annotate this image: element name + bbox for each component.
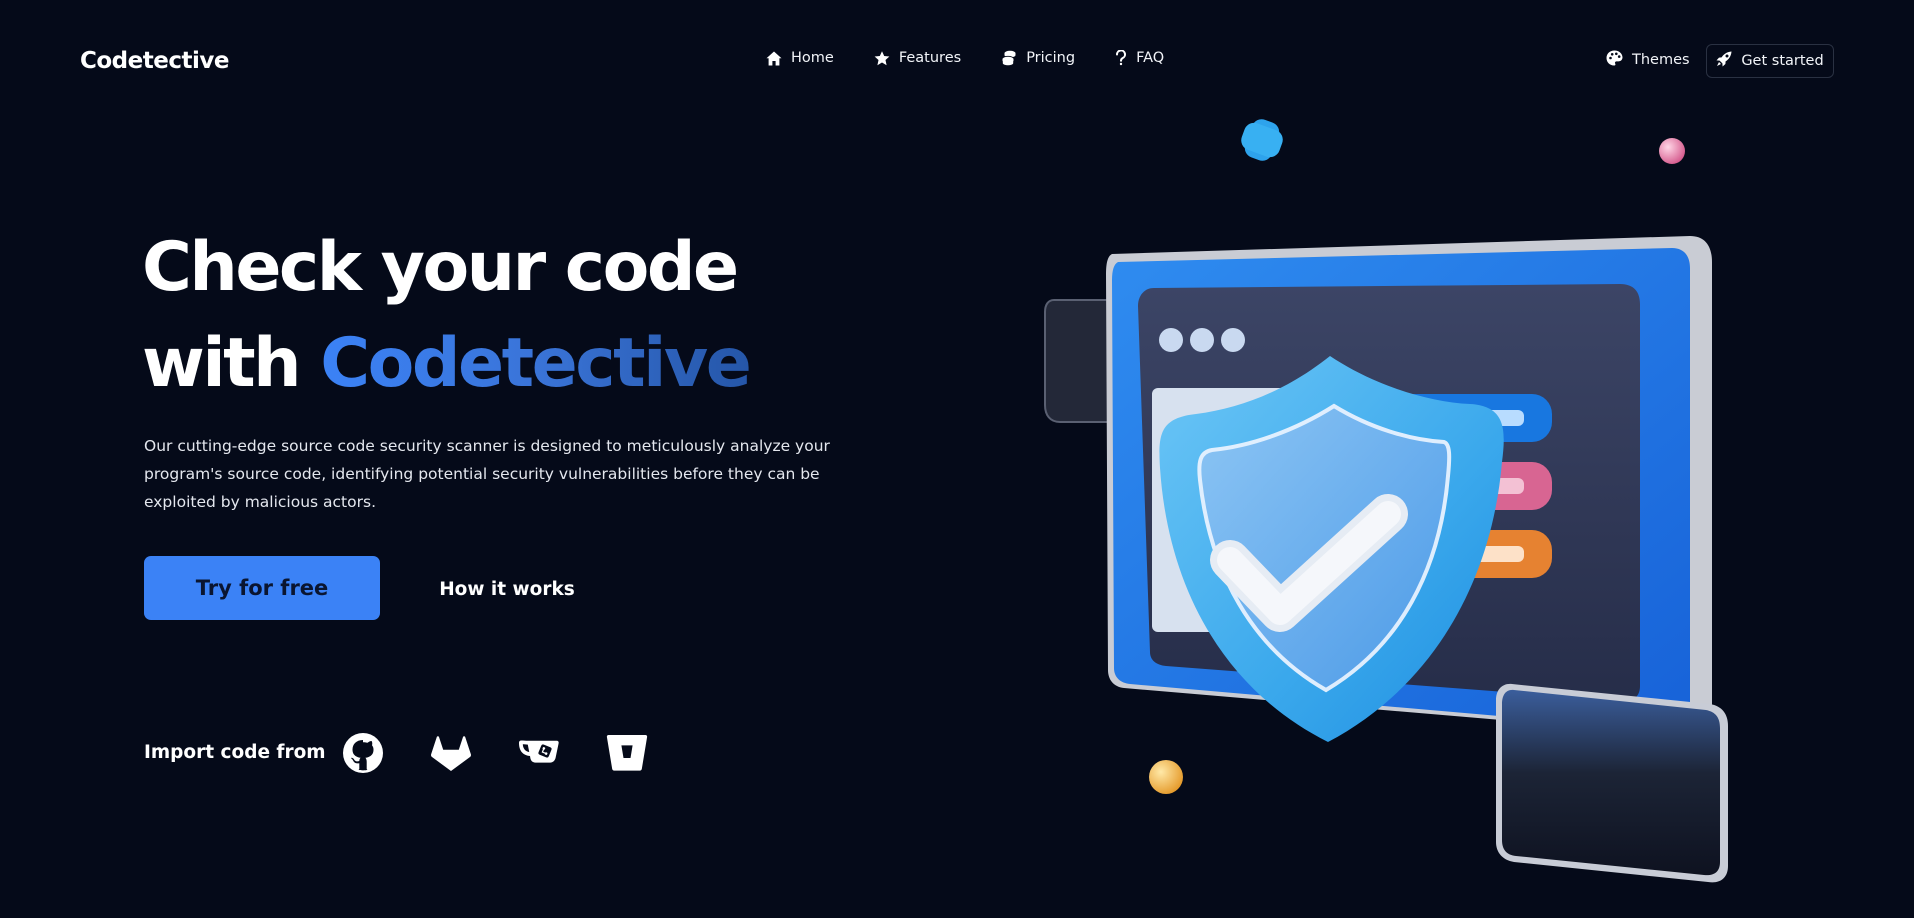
gitlab-icon[interactable] [430, 732, 472, 774]
nav-features-label: Features [898, 50, 962, 66]
hero-title-accent: Codetective [320, 324, 752, 403]
security-illustration [1030, 110, 1750, 890]
cross-decoration [1241, 119, 1283, 161]
gitea-icon[interactable] [518, 732, 560, 774]
pink-sphere [1659, 138, 1685, 164]
rocket-icon [1716, 51, 1732, 71]
main-nav: Home Features Pricing FAQ [766, 50, 1204, 66]
themes-label: Themes [1632, 52, 1690, 68]
get-started-label: Get started [1741, 53, 1824, 69]
brand-logo[interactable]: Codetective [80, 48, 229, 74]
import-sources [342, 732, 648, 774]
themes-button[interactable]: Themes [1606, 50, 1690, 70]
landing-page: Codetective Home Features Pricing FAQ Th… [0, 0, 1914, 918]
home-icon [766, 51, 782, 66]
nav-faq[interactable]: FAQ [1115, 50, 1164, 66]
get-started-button[interactable]: Get started [1706, 44, 1834, 78]
nav-pricing[interactable]: Pricing [1001, 50, 1075, 66]
hero-title-line2-prefix: with [142, 324, 321, 403]
try-for-free-button[interactable]: Try for free [144, 556, 380, 620]
nav-features[interactable]: Features [874, 50, 961, 66]
import-label: Import code from [144, 742, 326, 763]
hero-title-line1: Check your code [142, 228, 739, 307]
coins-icon [1001, 50, 1017, 66]
question-icon [1115, 50, 1127, 66]
hero-description: Our cutting-edge source code security sc… [144, 437, 830, 511]
how-it-works-button[interactable]: How it works [432, 568, 582, 610]
nav-home[interactable]: Home [766, 50, 834, 66]
bitbucket-icon[interactable] [606, 732, 648, 774]
github-icon[interactable] [342, 732, 384, 774]
star-icon [874, 50, 890, 66]
palette-icon [1606, 50, 1623, 70]
hero-title: Check your code with Codetective [142, 220, 752, 412]
nav-home-label: Home [791, 50, 834, 66]
nav-faq-label: FAQ [1136, 50, 1165, 66]
gold-sphere [1149, 760, 1183, 794]
nav-pricing-label: Pricing [1026, 50, 1076, 66]
